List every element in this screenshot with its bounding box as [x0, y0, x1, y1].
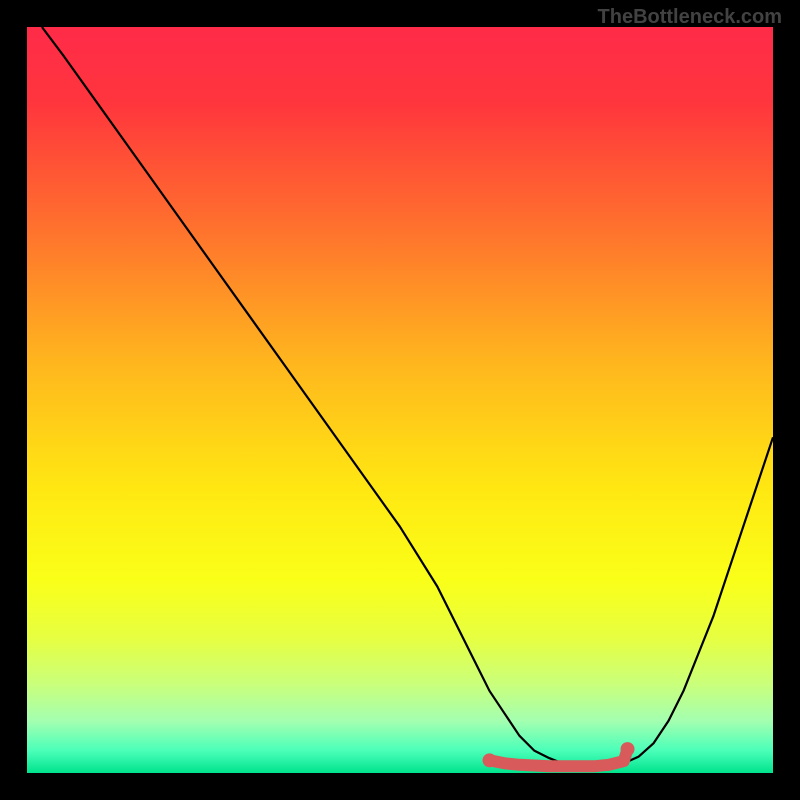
plot-area [27, 27, 773, 773]
watermark-text: TheBottleneck.com [598, 6, 782, 29]
curve-svg [27, 27, 773, 773]
chart-frame: TheBottleneck.com [0, 0, 800, 800]
